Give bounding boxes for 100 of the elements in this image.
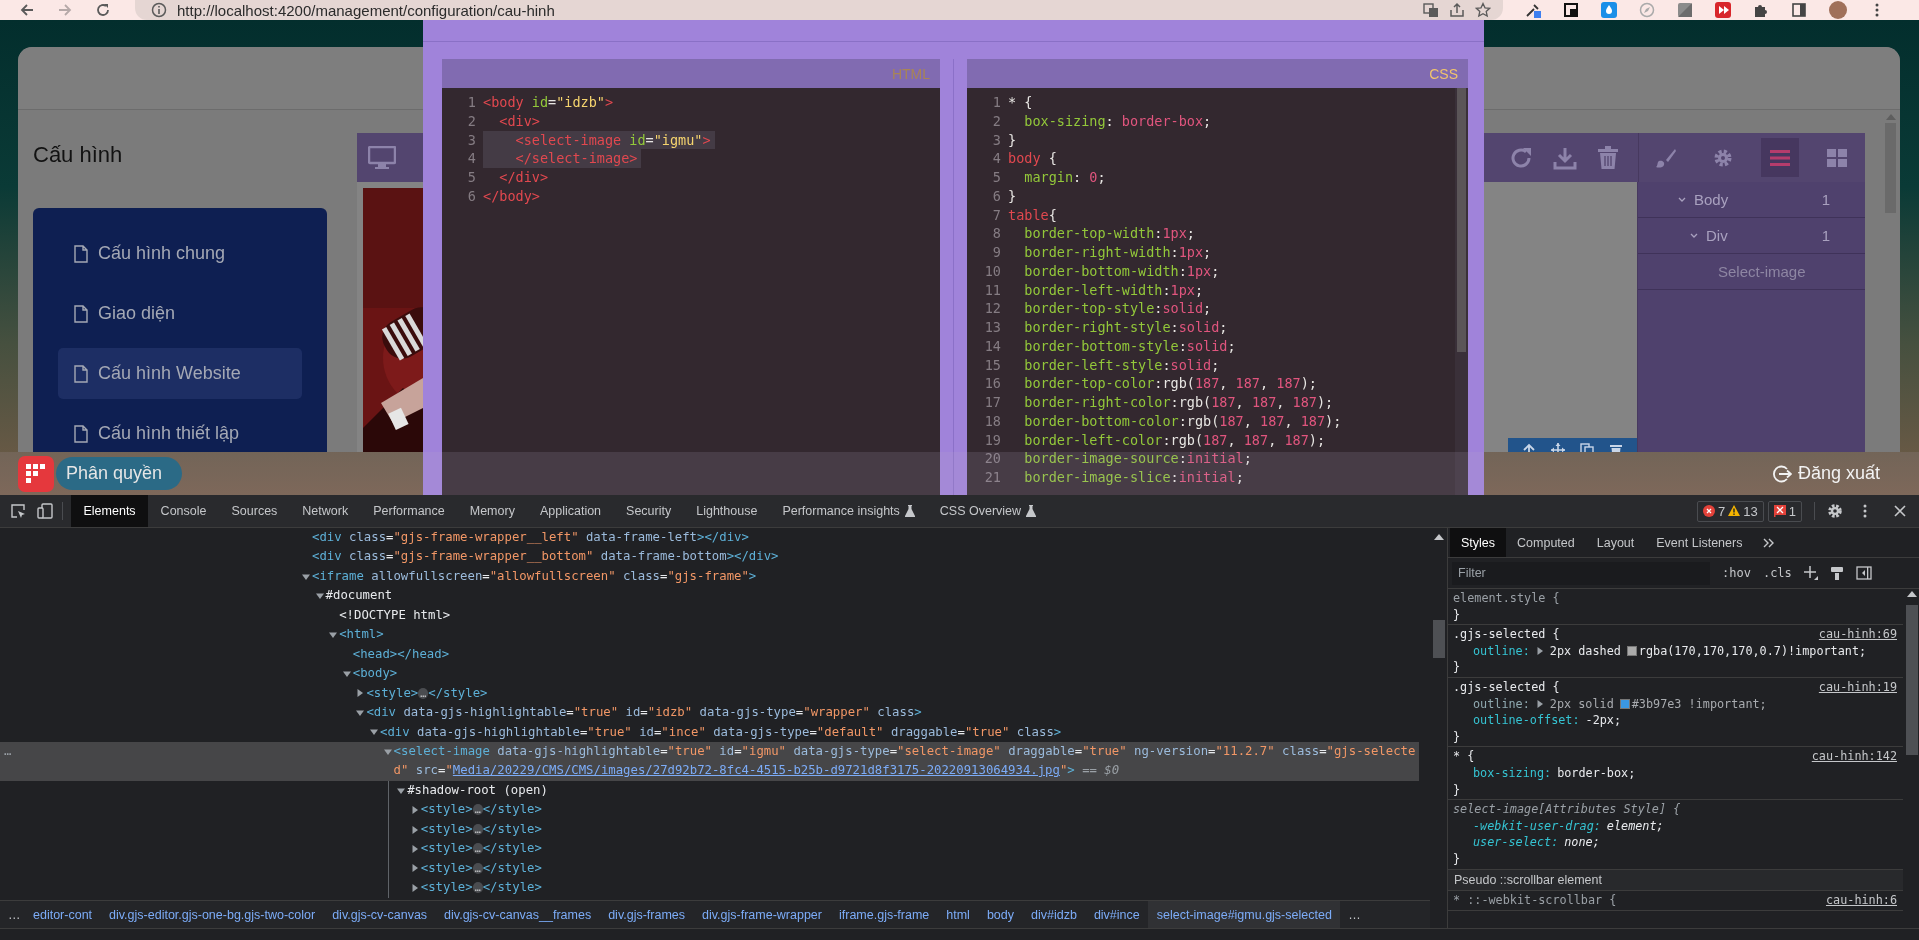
- disclosure-triangle-icon[interactable]: [383, 747, 392, 756]
- logout-icon[interactable]: [1771, 463, 1792, 484]
- scroll-up-icon[interactable]: [1433, 534, 1444, 540]
- disclosure-triangle-icon[interactable]: [302, 572, 310, 581]
- star-icon[interactable]: [1475, 2, 1491, 18]
- breadcrumb-item[interactable]: div#ince: [1085, 901, 1149, 928]
- devtools-tab[interactable]: Performance: [360, 495, 458, 527]
- dom-node[interactable]: <style>…</style>: [0, 878, 1419, 898]
- css-declaration[interactable]: box-sizing: border-box;: [1453, 764, 1897, 782]
- disclosure-triangle-icon[interactable]: [315, 592, 324, 601]
- plus-icon[interactable]: [1803, 566, 1818, 580]
- trash-icon[interactable]: [1597, 145, 1619, 170]
- menu-item[interactable]: Cấu hình chung: [58, 228, 302, 279]
- source-link[interactable]: cau-hinh:69: [1818, 626, 1897, 643]
- breadcrumb-item[interactable]: div.gjs-cv-canvas: [323, 901, 436, 928]
- source-link[interactable]: cau-hinh:142: [1811, 748, 1897, 765]
- css-declaration[interactable]: outline-offset: -2px;: [1453, 712, 1897, 729]
- breadcrumb-item[interactable]: editor-cont: [24, 901, 101, 928]
- drop-icon[interactable]: [1601, 2, 1617, 18]
- sidebar-toggle-icon[interactable]: [1855, 566, 1872, 580]
- expand-triangle-icon[interactable]: [1535, 647, 1544, 656]
- toggle-button[interactable]: :hov: [1722, 566, 1751, 580]
- play-icon[interactable]: [1715, 2, 1731, 18]
- scrollbar[interactable]: [1455, 88, 1468, 495]
- disclosure-triangle-icon[interactable]: [410, 844, 419, 853]
- caret-icon[interactable]: [1688, 231, 1700, 240]
- caret-icon[interactable]: [1676, 195, 1688, 204]
- layer-item[interactable]: Body 1: [1638, 182, 1865, 218]
- devtools-tab[interactable]: Network: [289, 495, 361, 527]
- eyedropper-icon[interactable]: [1525, 2, 1541, 18]
- flag-icon[interactable]: [1773, 505, 1786, 517]
- dom-node[interactable]: <style>…</style>: [0, 800, 1419, 820]
- disclosure-triangle-icon[interactable]: [410, 825, 419, 834]
- download-icon[interactable]: [1553, 145, 1577, 170]
- dom-node[interactable]: <div class="gjs-frame-wrapper__left" data-frame-left></div>: [0, 528, 1419, 548]
- color-swatch[interactable]: [1619, 698, 1630, 709]
- code-editor[interactable]: 1 <body id="idzb"> 2 <div> 3 <select-image id="igmu"> 4 </select-image> 5 </div> 6 </body>: [442, 88, 940, 495]
- devtools-tab[interactable]: Security: [613, 495, 684, 527]
- disclosure-triangle-icon[interactable]: [356, 689, 365, 698]
- disclosure-triangle-icon[interactable]: [342, 669, 351, 678]
- disclosure-triangle-icon[interactable]: [410, 806, 419, 815]
- app-logo[interactable]: [18, 455, 54, 492]
- source-link[interactable]: cau-hinh:19: [1818, 678, 1897, 696]
- role-button[interactable]: Phân quyền: [56, 457, 183, 490]
- breadcrumb-item[interactable]: div#idzb: [1022, 901, 1086, 928]
- sidebar-icon[interactable]: [1791, 2, 1807, 18]
- more-icon[interactable]: [1863, 503, 1867, 519]
- menu-item[interactable]: Cấu hình Website: [58, 348, 302, 399]
- layer-item[interactable]: Div 1: [1638, 218, 1865, 254]
- devtools-tab[interactable]: Sources: [219, 495, 290, 527]
- css-declaration[interactable]: outline: 2px dashed rgba(170,170,170,0.7)!important;: [1453, 642, 1897, 660]
- scroll-thumb[interactable]: [1905, 605, 1918, 755]
- dom-node[interactable]: <style>…</style>: [0, 683, 1419, 704]
- dom-node[interactable]: <div class="gjs-frame-wrapper__bottom" data-frame-bottom></div>: [0, 547, 1419, 567]
- puzzle-icon[interactable]: [1753, 2, 1769, 18]
- error-icon[interactable]: [1703, 505, 1716, 517]
- css-declaration[interactable]: user-select: none;: [1453, 834, 1897, 851]
- breadcrumb-item[interactable]: div.gjs-frame-wrapper: [693, 901, 831, 928]
- color-swatch[interactable]: [1626, 646, 1637, 657]
- sidebar-tab[interactable]: Layout: [1585, 528, 1646, 557]
- translate-icon[interactable]: [1423, 2, 1439, 18]
- breadcrumb-item[interactable]: iframe.gjs-frame: [830, 901, 938, 928]
- close-icon[interactable]: [1893, 504, 1907, 518]
- sidebar-tab[interactable]: Event Listeners: [1645, 528, 1754, 557]
- devtools-tab[interactable]: Elements: [71, 495, 149, 527]
- breadcrumb-item[interactable]: div.gjs-frames: [599, 901, 694, 928]
- avatar[interactable]: [1829, 1, 1847, 19]
- disclosure-triangle-icon[interactable]: [410, 883, 419, 892]
- css-declaration[interactable]: outline: 2px solid #3b97e3 !important;: [1453, 695, 1897, 713]
- issues-counter[interactable]: 1: [1767, 500, 1802, 522]
- menu-item[interactable]: Cấu hình thiết lập: [58, 408, 302, 452]
- scroll-thumb[interactable]: [1457, 88, 1466, 352]
- breadcrumb-item[interactable]: select-image#igmu.gjs-selected: [1148, 901, 1341, 928]
- dom-node[interactable]: <!DOCTYPE html>: [0, 605, 1419, 626]
- devtools-tab[interactable]: CSS Overview: [927, 495, 1049, 527]
- dom-node[interactable]: <style>…</style>: [0, 819, 1419, 840]
- disclosure-triangle-icon[interactable]: [329, 631, 338, 639]
- info-icon[interactable]: [151, 2, 167, 18]
- paint-roller-icon[interactable]: [1829, 566, 1844, 580]
- share-icon[interactable]: [1449, 2, 1465, 18]
- dom-node[interactable]: <html>: [0, 625, 1419, 645]
- dom-node[interactable]: <iframe allowfullscreen="allowfullscreen" class="gjs-frame">: [0, 566, 1419, 587]
- more-button[interactable]: …: [0, 907, 25, 922]
- dom-node[interactable]: #shadow-root (open): [0, 780, 1419, 801]
- disclosure-triangle-icon[interactable]: [370, 728, 378, 737]
- disclosure-triangle-icon[interactable]: [410, 864, 419, 873]
- scroll-thumb[interactable]: [1432, 620, 1445, 658]
- error-warning-counter[interactable]: 7 13: [1697, 500, 1764, 522]
- back-icon[interactable]: [19, 2, 35, 18]
- filter-field[interactable]: Filter: [1452, 561, 1710, 585]
- scroll-up-icon[interactable]: [1906, 591, 1917, 597]
- toggle-button[interactable]: .cls: [1762, 566, 1792, 580]
- disclosure-triangle-icon[interactable]: [356, 708, 365, 717]
- dom-node[interactable]: … <select-image data-gjs-highlightable="true" id="igmu" data-gjs-type="select-image" draggable="true" ng-version="11.2.7" class="gjs-selected" src="Media/20229/CMS/CMS/images/27d92b72-8fc4-4515-b25b-d9721d8f3175-20220913064934.jpg"> == $0: [0, 742, 1419, 781]
- more-button[interactable]: …: [1340, 907, 1365, 922]
- sidebar-tab[interactable]: Styles: [1450, 528, 1507, 557]
- dom-node[interactable]: <style>…</style>: [0, 858, 1419, 879]
- devtools-tab[interactable]: Memory: [457, 495, 528, 527]
- source-link[interactable]: cau-hinh:6: [1825, 892, 1897, 909]
- devtools-tab[interactable]: Application: [527, 495, 614, 527]
